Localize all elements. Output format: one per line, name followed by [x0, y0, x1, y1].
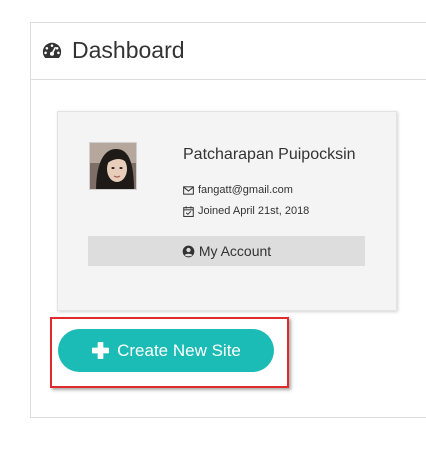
email-row: fangatt@gmail.com	[183, 183, 293, 197]
avatar	[89, 142, 137, 190]
my-account-label: My Account	[198, 243, 272, 259]
create-new-site-button[interactable]: Create New Site	[58, 329, 274, 372]
user-circle-icon	[182, 245, 195, 257]
user-name: Patcharapan Puipocksin	[183, 146, 356, 163]
profile-card: Patcharapan Puipocksin fangatt@gmail.com…	[57, 111, 397, 311]
dashboard-gauge-icon	[42, 42, 62, 58]
panel-header: Dashboard	[31, 23, 426, 80]
dashboard-panel: Dashboard Patcharapan Puipocksin fangatt…	[30, 22, 426, 418]
envelope-icon	[183, 185, 194, 195]
create-new-site-label: Create New Site	[117, 340, 241, 360]
joined-row: Joined April 21st, 2018	[183, 204, 309, 218]
page-title: Dashboard	[72, 37, 185, 63]
my-account-button[interactable]: My Account	[88, 236, 365, 266]
user-email: fangatt@gmail.com	[198, 184, 293, 196]
plus-icon	[92, 341, 110, 360]
calendar-check-icon	[183, 205, 194, 217]
joined-date: Joined April 21st, 2018	[198, 205, 310, 217]
